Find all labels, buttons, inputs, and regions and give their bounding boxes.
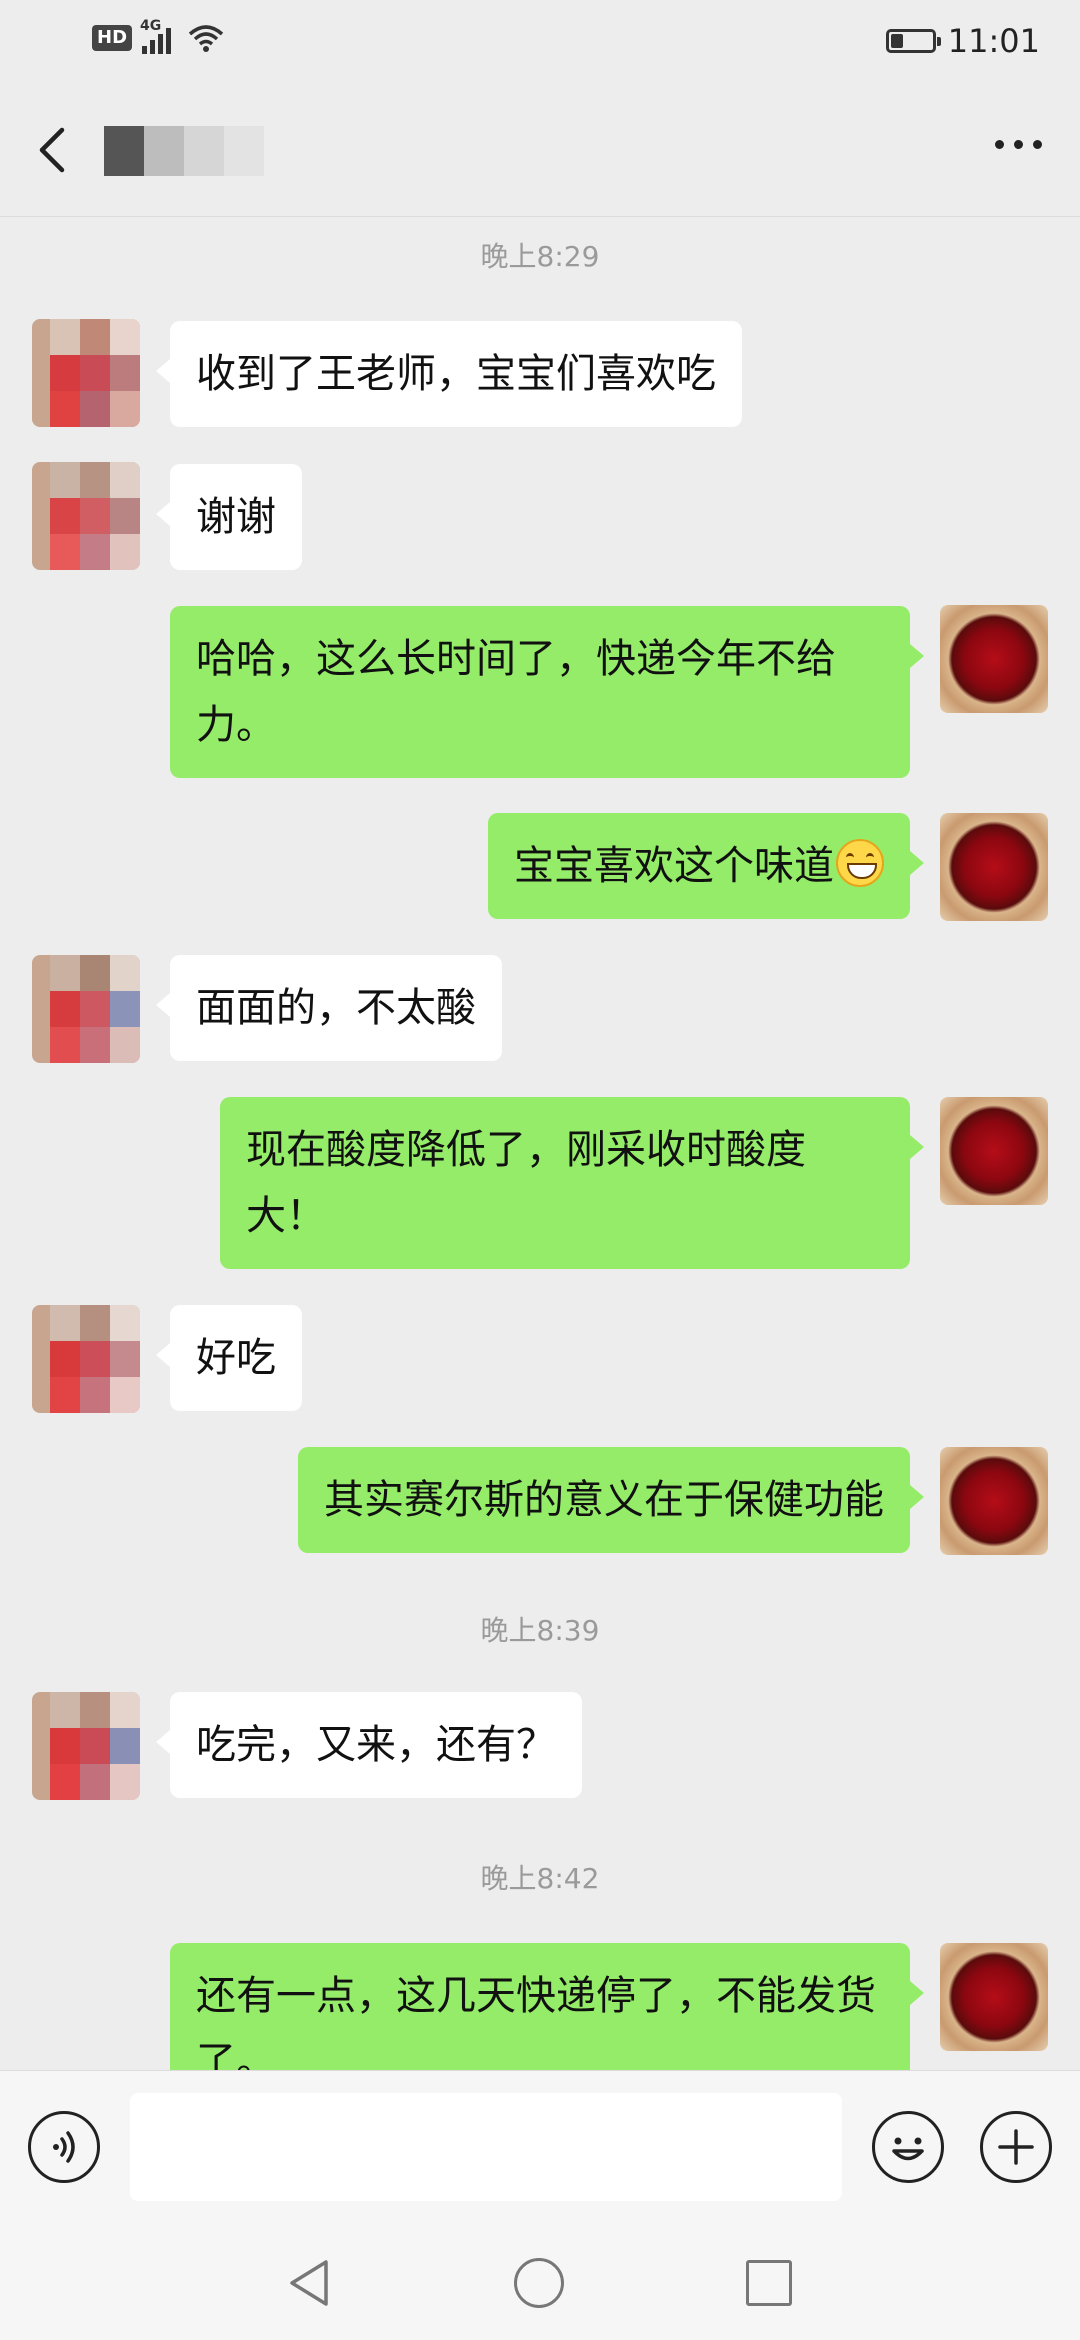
square-recent-icon[interactable] (746, 2260, 792, 2306)
contact-avatar[interactable] (32, 1692, 140, 1800)
voice-icon[interactable] (28, 2111, 100, 2183)
sent-message-bubble[interactable]: 其实赛尔斯的意义在于保健功能 (298, 1447, 924, 1553)
timestamp: 晚上8:42 (480, 1862, 600, 1895)
message-input-bar (0, 2070, 1080, 2223)
plus-icon[interactable] (980, 2111, 1052, 2183)
chevron-left-icon[interactable] (30, 120, 80, 180)
my-avatar[interactable] (940, 813, 1048, 921)
received-message-bubble[interactable]: 面面的，不太酸 (156, 955, 502, 1061)
network-type-label: 4G (140, 18, 162, 34)
sent-message-bubble[interactable]: 现在酸度降低了，刚采收时酸度大！ (220, 1097, 924, 1269)
status-bar: HD 4G 11:01 (0, 0, 1080, 84)
received-message-bubble[interactable]: 收到了王老师，宝宝们喜欢吃 (156, 321, 742, 427)
received-message-bubble[interactable]: 好吃 (156, 1305, 302, 1411)
triangle-back-icon[interactable] (286, 2256, 334, 2310)
received-message-bubble[interactable]: 谢谢 (156, 464, 302, 570)
message-input[interactable] (130, 2093, 842, 2201)
contact-avatar[interactable] (32, 319, 140, 427)
chat-header (0, 84, 1080, 217)
contact-name-pixelated (104, 126, 264, 176)
my-avatar[interactable] (940, 605, 1048, 713)
wifi-icon (188, 25, 224, 52)
contact-avatar[interactable] (32, 1305, 140, 1413)
system-nav-bar (0, 2222, 1080, 2340)
signal-icon: 4G (140, 18, 176, 54)
contact-avatar[interactable] (32, 462, 140, 570)
hd-badge: HD (92, 25, 133, 51)
sent-message-bubble[interactable]: 宝宝喜欢这个味道 (488, 813, 924, 919)
circle-home-icon[interactable] (514, 2258, 564, 2308)
my-avatar[interactable] (940, 1447, 1048, 1555)
status-left: HD 4G (92, 18, 226, 54)
my-avatar[interactable] (940, 1943, 1048, 2051)
grinning-face-emoji-icon (836, 839, 884, 887)
sent-message-bubble[interactable]: 哈哈，这么长时间了，快递今年不给力。 (170, 606, 924, 778)
status-time: 11:01 (947, 22, 1040, 60)
status-right: 11:01 (885, 22, 1040, 60)
received-message-bubble[interactable]: 吃完，又来，还有？ (156, 1692, 582, 1798)
sent-message-bubble[interactable]: 还有一点，这几天快递停了，不能发货了。 (170, 1943, 924, 2070)
more-dots-icon[interactable] (995, 140, 1042, 149)
timestamp: 晚上8:29 (480, 240, 600, 273)
contact-avatar[interactable] (32, 955, 140, 1063)
chat-messages[interactable]: 晚上8:29 收到了王老师，宝宝们喜欢吃 谢谢 哈哈，这么长时间了，快递今年不给… (0, 217, 1080, 2070)
sent-message-text: 宝宝喜欢这个味道 (514, 843, 834, 889)
battery-icon (885, 29, 941, 53)
smiley-icon[interactable] (872, 2111, 944, 2183)
timestamp: 晚上8:39 (480, 1614, 600, 1647)
my-avatar[interactable] (940, 1097, 1048, 1205)
